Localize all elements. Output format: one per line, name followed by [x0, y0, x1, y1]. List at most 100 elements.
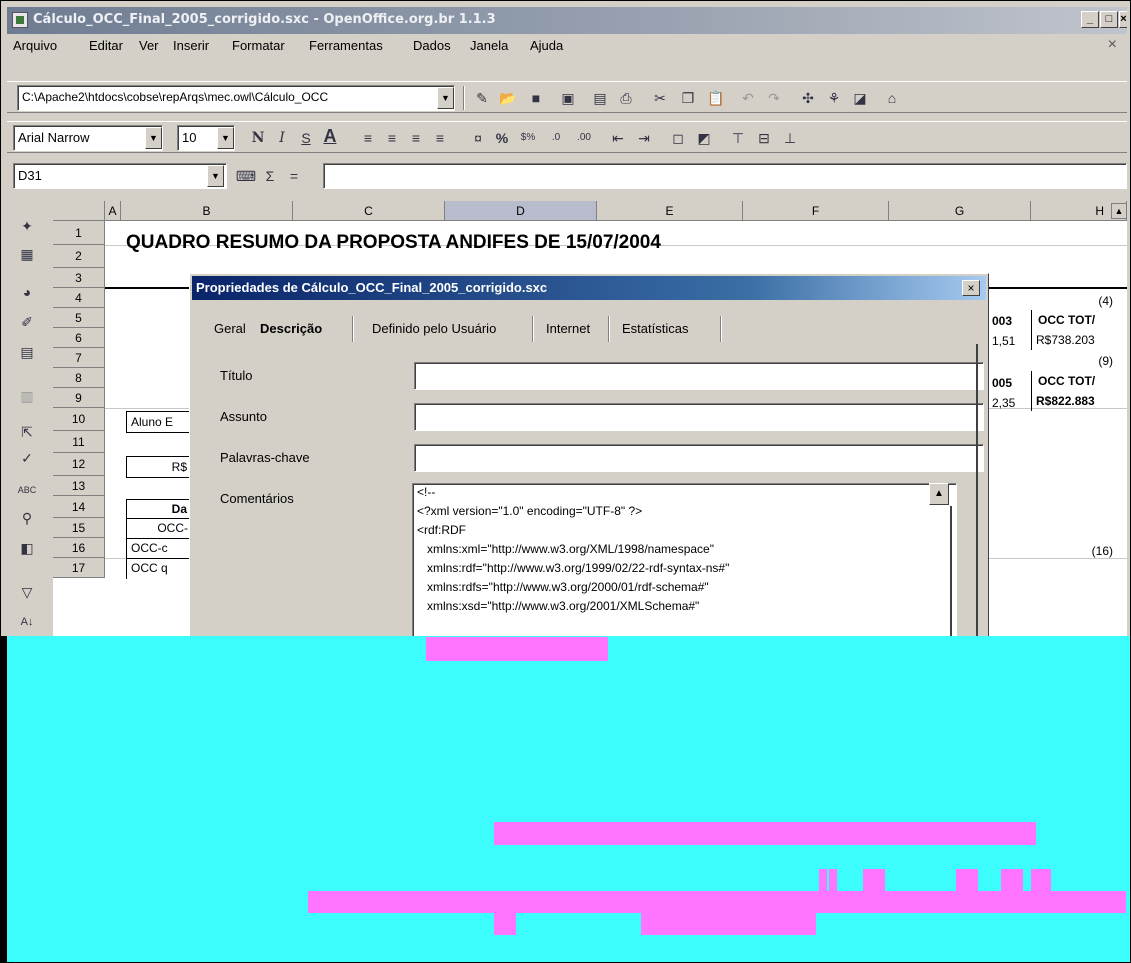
save-icon[interactable]: ■ [525, 87, 547, 109]
row-header-8[interactable]: 8 [53, 368, 105, 388]
show-draw-functions-icon[interactable]: ✦ [16, 215, 38, 237]
align-middle-icon[interactable]: ⊟ [753, 127, 775, 149]
comentarios-textarea[interactable]: <!-- <?xml version="1.0" encoding="UTF-8… [412, 483, 957, 658]
gallery-icon[interactable]: ◪ [849, 87, 871, 109]
increase-indent-icon[interactable]: ⇥ [633, 127, 655, 149]
menu-dados[interactable]: Dados [413, 38, 451, 53]
function-button[interactable]: = [283, 165, 305, 187]
align-bottom-icon[interactable]: ⊥ [779, 127, 801, 149]
cell-b14[interactable]: Da [126, 499, 192, 519]
autopilot-icon[interactable]: ⇱ [16, 421, 38, 443]
add-decimal-icon[interactable]: .0 [545, 127, 567, 149]
dialog-close-button[interactable]: × [962, 280, 980, 296]
autospellcheck-icon[interactable]: ABC [16, 479, 38, 501]
formula-input[interactable] [323, 163, 1127, 189]
corner-select-all[interactable] [53, 201, 105, 221]
tab-internet[interactable]: Internet [538, 316, 598, 342]
undo-icon[interactable]: ↶ [737, 87, 759, 109]
cell-h16[interactable]: (16) [1038, 541, 1113, 558]
menu-janela[interactable]: Janela [470, 38, 508, 53]
cell-b15[interactable]: OCC- [126, 519, 192, 539]
cell-b17[interactable]: OCC q [126, 559, 192, 579]
font-size-chevron-icon[interactable]: ▼ [217, 127, 234, 149]
column-header-a[interactable]: A [105, 201, 121, 221]
navigator-icon[interactable]: ✣ [797, 87, 819, 109]
column-header-d[interactable]: D [445, 201, 597, 221]
standard-format-icon[interactable]: $% [517, 127, 539, 149]
url-dropdown-chevron-icon[interactable]: ▼ [437, 87, 454, 109]
close-window-button[interactable]: × [1119, 11, 1127, 28]
cell-h6[interactable]: (9) [1038, 351, 1113, 368]
menu-ver[interactable]: Ver [139, 38, 159, 53]
row-header-2[interactable]: 2 [53, 245, 105, 268]
spellcheck-icon[interactable]: ✓ [16, 447, 38, 469]
cell-h8[interactable]: R$822.883 [1031, 391, 1127, 411]
align-top-icon[interactable]: ⊤ [727, 127, 749, 149]
row-header-16[interactable]: 16 [53, 538, 105, 558]
insert-cells-icon[interactable]: ▥ [16, 385, 38, 407]
underline-button[interactable]: S [295, 127, 317, 149]
sum-button[interactable]: Σ [259, 165, 281, 187]
copy-icon[interactable]: ❐ [677, 87, 699, 109]
borders-icon[interactable]: ◻ [667, 127, 689, 149]
row-header-1[interactable]: 1 [53, 221, 105, 245]
edit-file-icon[interactable]: ✎ [471, 87, 493, 109]
sheet-title-cell[interactable]: QUADRO RESUMO DA PROPOSTA ANDIFES DE 15/… [126, 232, 661, 254]
menu-arquivo[interactable]: Arquivo [13, 38, 57, 53]
font-color-button[interactable]: A [319, 125, 341, 147]
insert-chart-icon[interactable]: ◕ [16, 281, 38, 303]
function-wizard-icon[interactable]: ⌨ [235, 165, 257, 187]
background-color-icon[interactable]: ◩ [693, 127, 715, 149]
name-box-chevron-icon[interactable]: ▼ [207, 165, 224, 187]
column-header-g[interactable]: G [889, 201, 1031, 221]
row-header-12[interactable]: 12 [53, 453, 105, 476]
cell-b10[interactable]: Aluno E [126, 411, 192, 433]
menu-inserir[interactable]: Inserir [173, 38, 209, 53]
bold-button[interactable]: N [247, 127, 269, 149]
paste-icon[interactable]: 📋 [705, 87, 727, 109]
cell-h3[interactable]: (4) [1038, 291, 1113, 308]
currency-format-icon[interactable]: ¤ [467, 127, 489, 149]
menu-editar[interactable]: Editar [89, 38, 123, 53]
menu-ajuda[interactable]: Ajuda [530, 38, 563, 53]
data-sources-icon[interactable]: ⌂ [881, 87, 903, 109]
align-center-icon[interactable]: ≡ [381, 127, 403, 149]
cell-b16[interactable]: OCC-c [126, 539, 192, 559]
insert-table-icon[interactable]: ▦ [16, 243, 38, 265]
row-header-5[interactable]: 5 [53, 308, 105, 328]
autofilter-icon[interactable]: ▽ [16, 581, 38, 603]
stylist-icon[interactable]: ⚘ [823, 87, 845, 109]
tab-descricao[interactable]: Descrição [252, 316, 330, 342]
palavras-chave-input[interactable] [414, 444, 984, 472]
column-header-f[interactable]: F [743, 201, 889, 221]
form-controls-icon[interactable]: ✐ [16, 311, 38, 333]
cell-g4[interactable]: 003 [989, 311, 1029, 331]
redo-icon[interactable]: ↷ [763, 87, 785, 109]
edit-mode-icon[interactable]: ▣ [557, 87, 579, 109]
tab-geral[interactable]: Geral [206, 316, 254, 342]
row-header-7[interactable]: 7 [53, 348, 105, 368]
cell-g5[interactable]: 1,51 [989, 331, 1029, 351]
font-name-field[interactable]: Arial Narrow [13, 125, 163, 151]
row-header-14[interactable]: 14 [53, 496, 105, 518]
cell-g8[interactable]: 2,35 [989, 393, 1029, 413]
justify-icon[interactable]: ≡ [429, 127, 451, 149]
titulo-input[interactable] [414, 362, 984, 390]
menu-formatar[interactable]: Formatar [232, 38, 285, 53]
comments-scrollbar[interactable] [950, 506, 952, 646]
row-header-9[interactable]: 9 [53, 388, 105, 408]
align-right-icon[interactable]: ≡ [405, 127, 427, 149]
delete-decimal-icon[interactable]: .00 [573, 127, 595, 149]
load-url-field[interactable]: C:\Apache2\htdocs\cobse\repArqs\mec.owl\… [17, 85, 455, 111]
close-document-icon[interactable]: × [1108, 36, 1117, 54]
maximize-button[interactable]: □ [1100, 11, 1118, 28]
percent-format-button[interactable]: % [491, 127, 513, 149]
open-folder-icon[interactable]: 📂 [497, 87, 519, 109]
cell-g7[interactable]: 005 [989, 373, 1029, 393]
print-icon[interactable]: ⎙ [615, 87, 637, 109]
export-pdf-icon[interactable]: ▤ [589, 87, 611, 109]
column-header-b[interactable]: B [121, 201, 293, 221]
scroll-up-arrow-icon[interactable]: ▲ [1111, 203, 1127, 219]
cell-h5[interactable]: R$738.203 [1031, 330, 1127, 350]
row-header-15[interactable]: 15 [53, 518, 105, 538]
